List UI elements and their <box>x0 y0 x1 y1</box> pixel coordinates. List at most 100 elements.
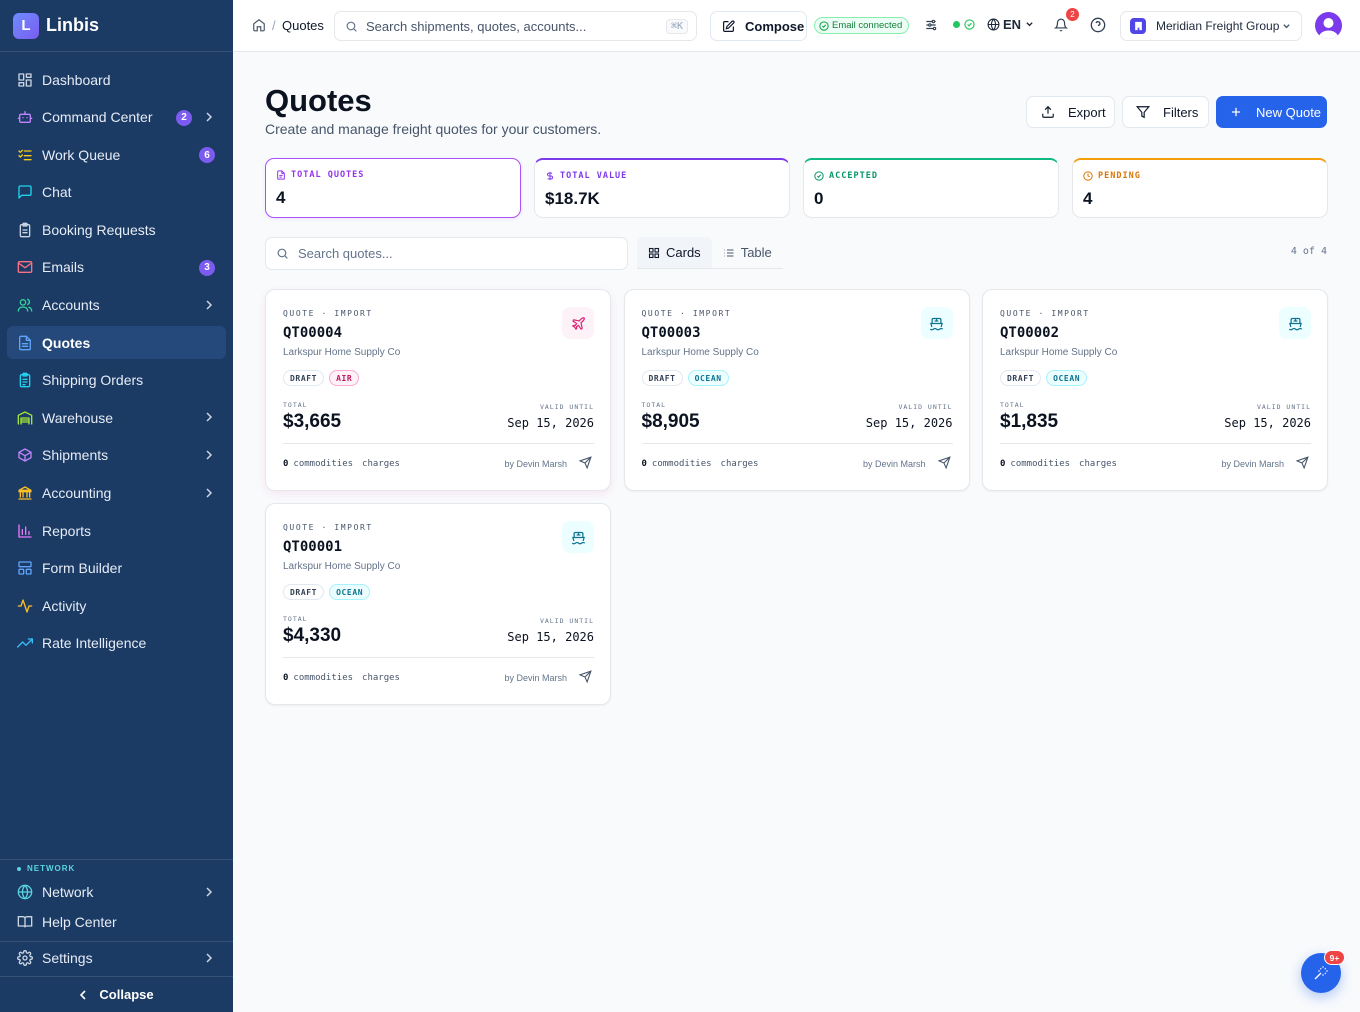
home-icon[interactable] <box>252 18 266 32</box>
system-status[interactable] <box>953 19 975 30</box>
language-label: EN <box>1003 17 1022 32</box>
quote-author: by Devin Marsh <box>1221 459 1284 469</box>
quote-total: $8,905 <box>641 411 700 432</box>
sidebar-item-label: Quotes <box>42 334 91 351</box>
send-quote-button[interactable] <box>578 456 592 474</box>
user-icon <box>1318 18 1339 39</box>
warehouse-icon <box>17 410 33 426</box>
collapse-label: Collapse <box>99 987 154 1002</box>
quote-card[interactable]: QUOTE · IMPORT QT00004 Larkspur Home Suppl… <box>265 289 611 491</box>
sidebar-item-dashboard[interactable]: Dashboard <box>7 63 226 96</box>
sidebar-item-shipping-orders[interactable]: Shipping Orders <box>7 364 226 397</box>
view-cards-button[interactable]: Cards <box>637 237 712 268</box>
transport-mode-icon <box>562 521 594 553</box>
global-search-input[interactable]: Search shipments, quotes, accounts... ⌘K <box>334 11 697 41</box>
sidebar-item-reports[interactable]: Reports <box>7 514 226 547</box>
activity-icon <box>17 598 33 614</box>
filters-button[interactable]: Filters <box>1122 96 1209 128</box>
brand[interactable]: L Linbis <box>0 0 233 52</box>
total-label: TOTAL <box>283 401 308 409</box>
sidebar-item-network[interactable]: Network <box>7 877 226 907</box>
sidebar: L Linbis Dashboard Command Center 2 Work Qu… <box>0 0 233 1012</box>
view-toggle: Cards Table <box>637 237 783 269</box>
quote-kind: QUOTE · IMPORT <box>641 309 732 318</box>
quote-card[interactable]: QUOTE · IMPORT QT00003 Larkspur Home Suppl… <box>623 289 970 491</box>
trending-up-icon <box>17 635 33 651</box>
sidebar-item-help[interactable]: Help Center <box>7 907 226 937</box>
mode-badge: OCEAN <box>687 370 729 386</box>
bell-icon[interactable] <box>1054 17 1068 33</box>
sidebar-item-label: Form Builder <box>42 560 123 577</box>
quote-card[interactable]: QUOTE · IMPORT QT00001 Larkspur Home Suppl… <box>265 503 611 705</box>
commodities-count: 0 <box>283 673 289 683</box>
list-icon <box>724 248 734 257</box>
send-quote-button[interactable] <box>578 670 592 688</box>
transport-mode-icon <box>562 307 594 339</box>
dollar-icon <box>547 171 553 181</box>
sidebar-item-work-queue[interactable]: Work Queue 6 <box>7 138 226 171</box>
sidebar-item-command-center[interactable]: Command Center 2 <box>7 101 226 134</box>
chat-icon <box>17 184 33 200</box>
grid-icon <box>648 247 660 258</box>
breadcrumb[interactable]: Quotes <box>282 18 324 33</box>
valid-until-date: Sep 15, 2026 <box>507 416 594 430</box>
stat-card-total-value[interactable]: TOTAL VALUE $18.7K <box>534 158 790 218</box>
org-switcher[interactable]: Meridian Freight Group <box>1120 11 1302 41</box>
chevron-right-icon <box>206 488 213 498</box>
mode-badge: OCEAN <box>329 584 371 600</box>
bar-chart-icon <box>17 523 33 539</box>
view-table-button[interactable]: Table <box>712 237 783 268</box>
stat-card-pending[interactable]: PENDING 4 <box>1072 158 1328 218</box>
send-quote-button[interactable] <box>937 456 951 474</box>
collapse-button[interactable]: Collapse <box>0 977 233 1012</box>
search-icon <box>346 21 357 32</box>
total-label: TOTAL <box>641 401 667 409</box>
sidebar-item-quotes[interactable]: Quotes <box>7 326 226 360</box>
new-quote-button[interactable]: New Quote <box>1216 96 1327 128</box>
commodities-label: commodities <box>293 673 354 683</box>
card-divider <box>641 443 953 444</box>
sidebar-item-shipments[interactable]: Shipments <box>7 439 226 472</box>
card-divider <box>283 657 594 658</box>
quote-meta: 0 commodities charges <box>283 673 400 683</box>
users-icon <box>17 297 33 313</box>
quote-id[interactable]: QT00002 <box>1000 325 1059 341</box>
sidebar-item-form-builder[interactable]: Form Builder <box>7 552 226 585</box>
stat-value: 4 <box>276 188 286 207</box>
help-icon[interactable] <box>1090 17 1106 33</box>
quotes-search-input[interactable]: Search quotes... <box>265 237 628 270</box>
export-button[interactable]: Export <box>1026 96 1115 128</box>
clipboard-icon <box>17 222 33 238</box>
valid-until-label: VALID UNTIL <box>539 403 594 411</box>
stat-card-accepted[interactable]: ACCEPTED 0 <box>803 158 1059 218</box>
sidebar-item-settings[interactable]: Settings <box>7 943 226 973</box>
search-shortcut: ⌘K <box>665 19 688 34</box>
sidebar-item-accounting[interactable]: Accounting <box>7 477 226 510</box>
quote-id[interactable]: QT00003 <box>642 325 701 341</box>
send-quote-button[interactable] <box>1295 456 1309 474</box>
charges-label: charges <box>362 673 400 683</box>
sidebar-item-booking-requests[interactable]: Booking Requests <box>7 213 226 246</box>
user-avatar[interactable] <box>1315 12 1342 39</box>
quote-id[interactable]: QT00004 <box>283 325 342 341</box>
compose-button[interactable]: Compose <box>710 11 807 41</box>
sliders-icon[interactable] <box>924 17 938 33</box>
quote-total: $4,330 <box>283 625 342 646</box>
language-selector[interactable]: EN <box>987 17 1034 32</box>
filters-label: Filters <box>1163 104 1199 120</box>
email-connected-badge[interactable]: Email connected <box>814 17 910 34</box>
commodities-label: commodities <box>293 459 354 469</box>
quote-card[interactable]: QUOTE · IMPORT QT00002 Larkspur Home Suppl… <box>982 289 1328 491</box>
quote-id[interactable]: QT00001 <box>283 539 342 555</box>
sidebar-item-activity[interactable]: Activity <box>7 589 226 622</box>
sidebar-item-chat[interactable]: Chat <box>7 176 226 209</box>
count-badge: 6 <box>199 147 215 164</box>
sidebar-item-warehouse[interactable]: Warehouse <box>7 401 226 434</box>
stat-label: TOTAL VALUE <box>545 171 627 181</box>
sidebar-item-emails[interactable]: Emails 3 <box>7 251 226 284</box>
topbar: / Quotes Search shipments, quotes, accou… <box>233 0 1360 52</box>
quote-kind: QUOTE · IMPORT <box>283 309 373 318</box>
sidebar-item-rate-intelligence[interactable]: Rate Intelligence <box>7 627 226 660</box>
sidebar-item-accounts[interactable]: Accounts <box>7 289 226 322</box>
stat-card-total-quotes[interactable]: TOTAL QUOTES 4 <box>265 158 521 218</box>
